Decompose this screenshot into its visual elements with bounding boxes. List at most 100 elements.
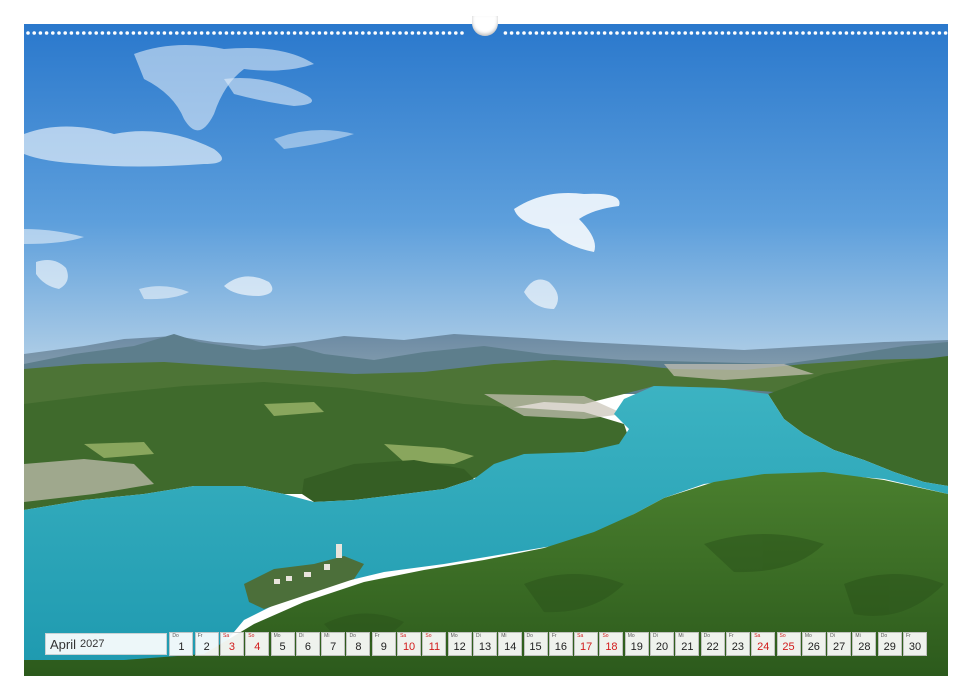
weekday-abbr: Sa — [754, 633, 761, 639]
binding-dot — [44, 31, 49, 35]
binding-dot — [385, 31, 390, 35]
binding-dot — [125, 31, 129, 35]
day-cell: Do 29 — [877, 632, 902, 656]
binding-dot — [590, 31, 594, 35]
day-cell: Mo 19 — [624, 632, 649, 656]
day-cell: Do 1 — [169, 632, 194, 656]
day-cell: Di 27 — [827, 632, 852, 656]
binding-dot — [292, 31, 297, 35]
binding-dot — [88, 31, 92, 35]
binding-dot — [274, 31, 278, 35]
binding-dot — [119, 31, 123, 35]
binding-dot — [150, 31, 154, 35]
binding-dot — [38, 31, 43, 35]
day-cell: So 25 — [776, 632, 801, 656]
binding-dot — [751, 31, 756, 35]
binding-dot — [782, 31, 787, 35]
day-number: 25 — [782, 641, 795, 653]
day-cell: Sa 3 — [219, 632, 244, 656]
weekday-abbr: So — [602, 633, 609, 639]
binding-dot — [807, 31, 811, 35]
weekday-abbr: Mi — [501, 633, 507, 639]
binding-dot — [584, 31, 588, 35]
day-number: 28 — [858, 641, 871, 653]
day-number: 27 — [832, 641, 846, 653]
binding-dot — [658, 31, 663, 35]
weekday-abbr: Mo — [450, 633, 458, 639]
binding-dot — [788, 31, 793, 35]
binding-dot — [863, 31, 867, 35]
binding-dot — [243, 31, 247, 35]
binding-dot — [596, 31, 601, 35]
binding-dot — [156, 31, 160, 35]
binding-dot — [832, 31, 836, 35]
binding-dot — [571, 31, 576, 35]
weekday-abbr: Do — [526, 633, 533, 639]
day-number: 18 — [605, 641, 618, 653]
binding-dot — [522, 31, 526, 35]
binding-dot — [373, 31, 378, 35]
binding-dot — [627, 31, 632, 35]
binding-dot — [906, 31, 911, 35]
binding-dot — [354, 31, 359, 35]
day-number: 12 — [453, 641, 466, 653]
weekday-abbr: Do — [880, 633, 888, 639]
binding-dot — [733, 31, 737, 35]
day-cell: Mo 5 — [270, 632, 295, 656]
binding-dot — [261, 31, 266, 35]
day-number: 15 — [529, 641, 542, 653]
binding-dot — [534, 31, 539, 35]
binding-dot — [559, 31, 563, 35]
day-number: 13 — [478, 641, 492, 653]
binding-dot — [69, 31, 74, 35]
binding-dot — [714, 31, 718, 35]
day-cell: Di 6 — [295, 632, 320, 656]
day-number: 20 — [655, 641, 669, 653]
binding-dot — [423, 31, 427, 35]
weekday-abbr: Mi — [324, 633, 330, 639]
binding-dot — [311, 31, 316, 35]
weekday-abbr: Fr — [728, 633, 734, 639]
day-cell: Fr 30 — [903, 632, 927, 656]
binding-dot — [677, 31, 681, 35]
weekday-abbr: Di — [653, 633, 658, 639]
day-number: 21 — [681, 641, 694, 653]
binding-dot — [770, 31, 774, 35]
binding-dot — [578, 31, 582, 35]
weekday-abbr: Mo — [804, 633, 812, 639]
day-cell: So 11 — [422, 632, 447, 656]
binding-dot — [330, 31, 334, 35]
binding-dot — [894, 31, 898, 35]
binding-dot — [503, 31, 508, 35]
weekday-abbr: So — [248, 633, 255, 639]
day-cell: Sa 10 — [397, 632, 422, 656]
month-label-box: April 2027 — [45, 633, 168, 655]
day-number: 1 — [178, 641, 185, 653]
binding-dot — [925, 31, 929, 35]
binding-dot — [516, 31, 520, 35]
day-number: 8 — [355, 641, 362, 653]
weekday-abbr: Do — [703, 633, 711, 639]
day-cell: Mo 26 — [801, 632, 826, 656]
weekday-abbr: Fr — [551, 633, 557, 639]
day-cell: Sa 17 — [574, 632, 599, 656]
binding-dot — [943, 31, 948, 35]
binding-dot — [193, 31, 198, 35]
binding-dot — [63, 31, 67, 35]
binding-dot — [280, 31, 285, 35]
binding-dot — [206, 31, 210, 35]
binding-dot — [702, 31, 706, 35]
binding-dot — [720, 31, 725, 35]
day-number: 5 — [279, 641, 286, 653]
binding-dot — [100, 31, 105, 35]
binding-dot — [175, 31, 179, 35]
day-number: 11 — [428, 641, 441, 653]
binding-dot — [361, 31, 365, 35]
weekday-abbr: Mo — [273, 633, 281, 639]
day-number: 9 — [380, 641, 387, 653]
weekday-abbr: Mi — [855, 633, 861, 639]
day-number: 23 — [731, 641, 745, 653]
binding-dot — [398, 31, 402, 35]
binding-dot — [900, 31, 904, 35]
day-number: 29 — [883, 641, 896, 653]
